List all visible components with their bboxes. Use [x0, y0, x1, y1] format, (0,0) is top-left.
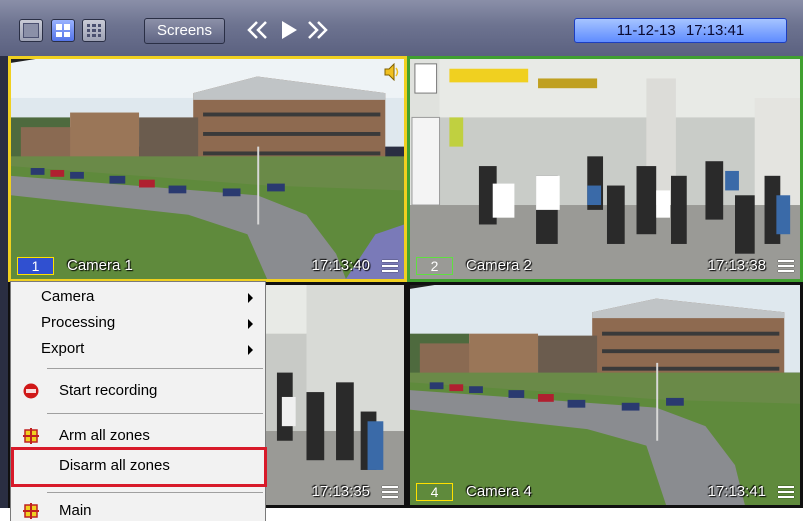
previous-button[interactable]	[242, 17, 272, 43]
camera-timestamp: 17:13:38	[707, 257, 766, 274]
layout-multi-icon	[87, 24, 101, 37]
menu-item-label: Export	[41, 340, 85, 357]
camera-number-badge: 1	[17, 257, 54, 275]
camera-tile-2[interactable]: 2 Camera 2 17:13:38	[407, 56, 803, 282]
menu-item-arm-all-zones[interactable]: Arm all zones	[11, 423, 265, 449]
speaker-icon[interactable]	[384, 63, 400, 81]
date-time-display: 11-12-13 17:13:41	[574, 18, 787, 43]
camera-timestamp: 17:13:35	[311, 483, 370, 500]
play-button[interactable]	[274, 17, 304, 43]
camera-number-badge: 2	[416, 257, 453, 275]
top-toolbar: Screens 11-12-13 17:13:41	[0, 0, 803, 56]
highlight-box	[11, 447, 267, 487]
camera-context-menu: Camera Processing Export Start recording…	[10, 281, 267, 524]
layout-single-button[interactable]	[19, 19, 43, 42]
layout-2x2-icon	[56, 24, 70, 37]
layout-single-icon	[23, 23, 39, 38]
menu-item-label: Processing	[41, 314, 116, 331]
hamburger-menu-icon[interactable]	[382, 486, 398, 499]
zone-icon	[23, 428, 39, 444]
hamburger-menu-icon[interactable]	[778, 260, 794, 273]
menu-item-label: Arm all zones	[59, 427, 150, 444]
camera-tile-4[interactable]: 4 Camera 4 17:13:41	[407, 282, 803, 508]
submenu-arrow-icon	[248, 319, 253, 329]
menu-divider	[47, 492, 263, 493]
menu-item-label: Camera	[41, 288, 95, 305]
camera-name: Camera 1	[67, 257, 133, 274]
play-icon	[282, 21, 297, 39]
hamburger-menu-icon[interactable]	[382, 260, 398, 273]
camera-1-video	[11, 59, 404, 279]
menu-item-label: Main	[59, 502, 92, 519]
submenu-arrow-icon	[248, 345, 253, 355]
layout-2x2-button[interactable]	[51, 19, 75, 42]
menu-item-start-recording[interactable]: Start recording	[11, 378, 265, 404]
screens-button[interactable]: Screens	[144, 18, 225, 44]
double-chevron-left-icon	[247, 21, 267, 39]
camera-tile-1[interactable]: 1 Camera 1 17:13:40	[8, 56, 407, 282]
zone-icon	[23, 503, 39, 519]
menu-item-main[interactable]: Main	[11, 498, 265, 524]
camera-2-video	[410, 59, 800, 279]
camera-number-badge: 4	[416, 483, 453, 501]
menu-divider	[47, 413, 263, 414]
camera-timestamp: 17:13:41	[707, 483, 766, 500]
hamburger-menu-icon[interactable]	[778, 486, 794, 499]
camera-4-video	[410, 285, 800, 505]
submenu-arrow-icon	[248, 293, 253, 303]
camera-timestamp: 17:13:40	[311, 257, 370, 274]
menu-item-export[interactable]: Export	[11, 336, 265, 362]
layout-multi-button[interactable]	[82, 19, 106, 42]
next-button[interactable]	[303, 17, 333, 43]
camera-name: Camera 4	[466, 483, 532, 500]
menu-divider	[47, 368, 263, 369]
rec-icon	[23, 383, 39, 399]
double-chevron-right-icon	[308, 21, 328, 39]
menu-item-label: Start recording	[59, 382, 158, 399]
camera-name: Camera 2	[466, 257, 532, 274]
menu-item-processing[interactable]: Processing	[11, 310, 265, 336]
menu-item-camera[interactable]: Camera	[11, 284, 265, 310]
